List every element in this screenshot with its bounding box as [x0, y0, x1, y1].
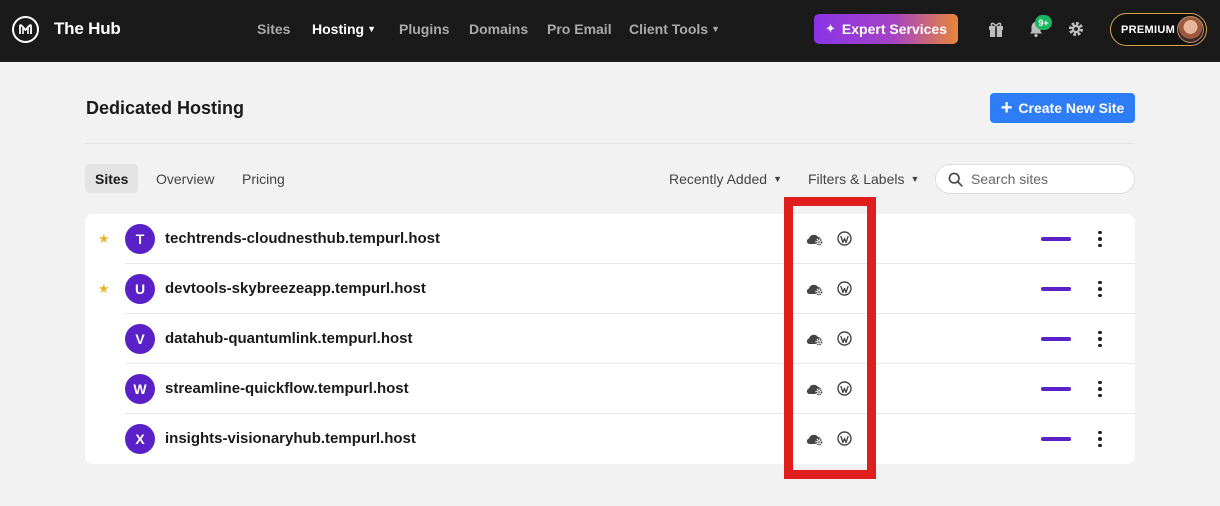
top-bar: The Hub Sites Hosting ▼ Plugins Domains P…: [0, 0, 1220, 62]
create-new-site-label: Create New Site: [1018, 100, 1125, 116]
nav-client-tools-label: Client Tools: [629, 21, 709, 37]
expert-services-label: Expert Services: [841, 21, 947, 37]
create-new-site-button[interactable]: + Create New Site: [990, 93, 1135, 123]
chevron-down-icon: ▼: [367, 24, 377, 34]
site-avatar: U: [125, 274, 155, 304]
expert-services-button[interactable]: ✦ Expert Services: [814, 14, 958, 44]
search-icon: [948, 172, 963, 187]
nav-hosting-label: Hosting: [312, 21, 365, 37]
status-indicator: [1041, 287, 1071, 291]
filters-label: Filters & Labels: [808, 171, 905, 187]
more-options-icon[interactable]: [1093, 328, 1107, 350]
nav-sites[interactable]: Sites: [257, 21, 290, 37]
sort-label: Recently Added: [669, 171, 768, 187]
search-input[interactable]: [971, 171, 1111, 187]
nav-hosting[interactable]: Hosting ▼: [312, 21, 376, 37]
more-options-icon[interactable]: [1093, 428, 1107, 450]
star-icon[interactable]: ★: [98, 231, 110, 247]
site-row[interactable]: ★ U devtools-skybreezeapp.tempurl.host: [85, 264, 1135, 314]
nav-client-tools[interactable]: Client Tools ▼: [629, 21, 720, 37]
site-name-link[interactable]: streamline-quickflow.tempurl.host: [165, 380, 409, 397]
site-row[interactable]: ★ T techtrends-cloudnesthub.tempurl.host: [85, 214, 1135, 264]
site-row[interactable]: V datahub-quantumlink.tempurl.host: [85, 314, 1135, 364]
nav-plugins-label: Plugins: [399, 21, 450, 37]
site-avatar: W: [125, 374, 155, 404]
chevron-down-icon: ▼: [773, 174, 782, 184]
premium-label: PREMIUM: [1121, 23, 1176, 36]
more-options-icon[interactable]: [1093, 378, 1107, 400]
gear-icon[interactable]: [1066, 19, 1086, 39]
tab-pricing[interactable]: Pricing: [232, 164, 295, 193]
status-indicator: [1041, 337, 1071, 341]
site-row[interactable]: W streamline-quickflow.tempurl.host: [85, 364, 1135, 414]
more-options-icon[interactable]: [1093, 228, 1107, 250]
gift-icon[interactable]: [986, 19, 1006, 39]
site-name-link[interactable]: datahub-quantumlink.tempurl.host: [165, 330, 413, 347]
nav-domains-label: Domains: [469, 21, 529, 37]
account-menu[interactable]: PREMIUM: [1110, 13, 1207, 46]
chevron-down-icon: ▼: [910, 174, 920, 184]
highlight-annotation: [784, 197, 876, 479]
nav-domains[interactable]: Domains: [469, 21, 528, 37]
nav-sites-label: Sites: [257, 21, 291, 37]
tab-overview[interactable]: Overview: [146, 164, 224, 193]
plus-icon: +: [1000, 96, 1013, 119]
tab-sites[interactable]: Sites: [85, 164, 139, 193]
site-name-link[interactable]: techtrends-cloudnesthub.tempurl.host: [165, 230, 440, 247]
search-box[interactable]: [935, 164, 1135, 194]
site-row[interactable]: X insights-visionaryhub.tempurl.host: [85, 414, 1135, 464]
status-indicator: [1041, 437, 1071, 441]
nav-pro-email[interactable]: Pro Email: [547, 21, 612, 37]
more-options-icon[interactable]: [1093, 278, 1107, 300]
header-divider: [86, 143, 1135, 144]
site-name-link[interactable]: insights-visionaryhub.tempurl.host: [165, 430, 416, 447]
filters-dropdown[interactable]: Filters & Labels ▼: [808, 171, 919, 187]
site-avatar: X: [125, 424, 155, 454]
site-avatar: V: [125, 324, 155, 354]
status-indicator: [1041, 387, 1071, 391]
avatar: [1177, 16, 1204, 43]
site-name-link[interactable]: devtools-skybreezeapp.tempurl.host: [165, 280, 426, 297]
notification-count-badge: 9+: [1035, 15, 1052, 30]
page-title: Dedicated Hosting: [86, 98, 245, 118]
status-indicator: [1041, 237, 1071, 241]
star-icon[interactable]: ★: [98, 281, 110, 297]
site-avatar: T: [125, 224, 155, 254]
app-title[interactable]: The Hub: [54, 19, 121, 39]
site-list: ★ T techtrends-cloudnesthub.tempurl.host…: [85, 214, 1135, 464]
sort-dropdown[interactable]: Recently Added ▼: [669, 171, 782, 187]
nav-pro-email-label: Pro Email: [547, 21, 612, 37]
chevron-down-icon: ▼: [711, 24, 720, 34]
hub-logo-icon[interactable]: [12, 16, 39, 43]
nav-plugins[interactable]: Plugins: [399, 21, 450, 37]
magic-wand-icon: ✦: [825, 21, 836, 36]
